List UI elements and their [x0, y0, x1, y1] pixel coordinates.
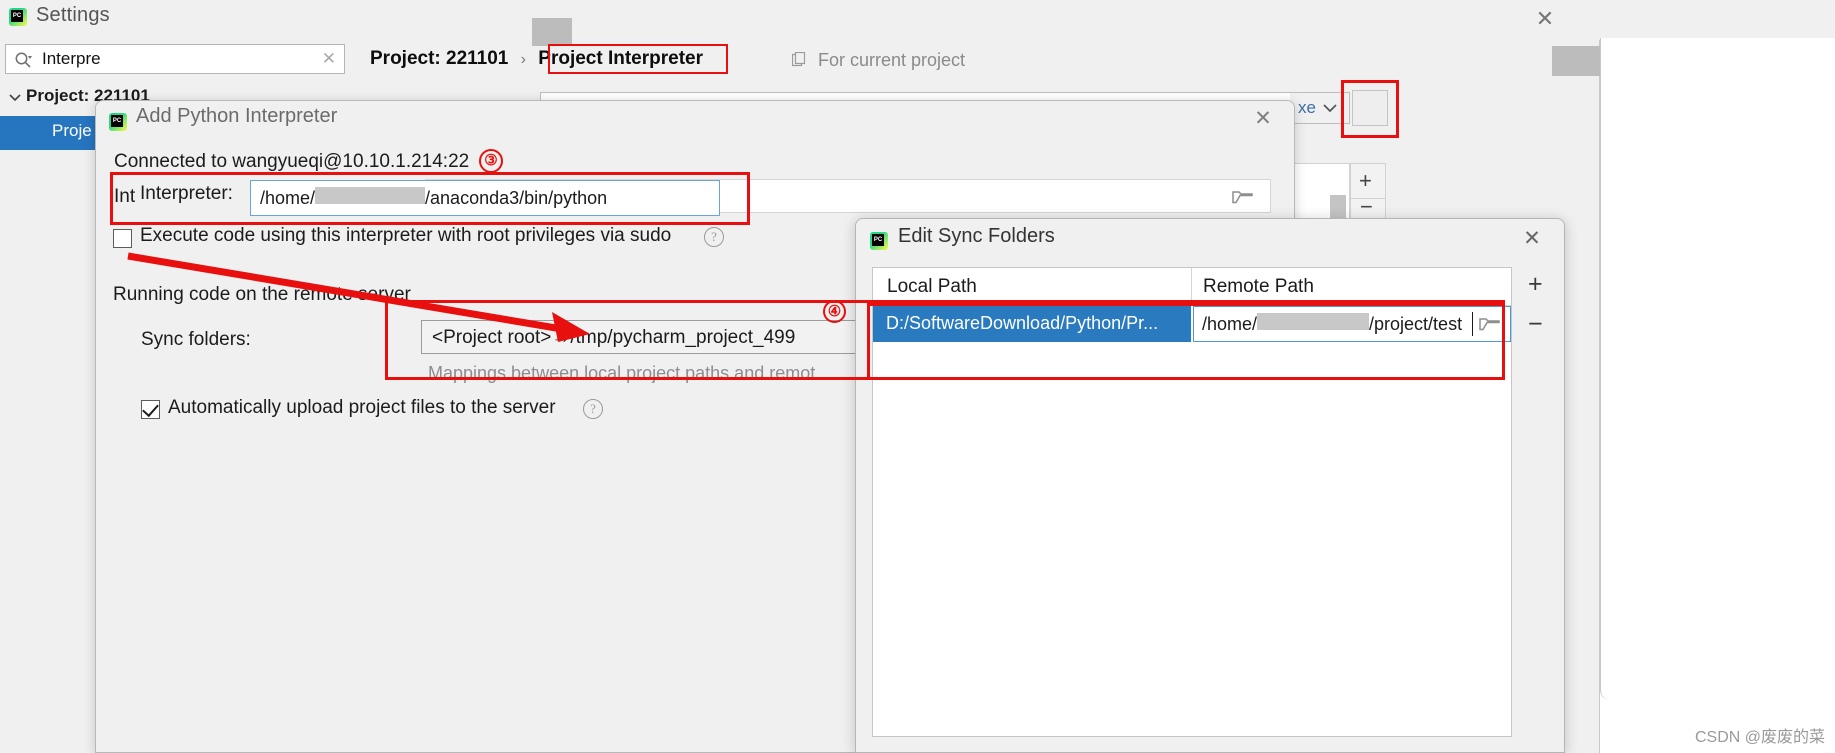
column-header-remote-path: Remote Path	[1203, 276, 1314, 297]
for-current-project-label: For current project	[818, 50, 966, 70]
tree-item-label: Proje	[52, 121, 92, 140]
pycharm-logo-icon	[870, 232, 888, 250]
breadcrumb-parent[interactable]: Project: 221101	[370, 48, 508, 69]
background-editor-panel	[1600, 38, 1835, 700]
minus-icon: −	[1360, 194, 1373, 219]
sudo-checkbox-label: Execute code using this interpreter with…	[140, 225, 672, 246]
running-section-label: Running code on the remote server	[113, 284, 411, 305]
close-icon[interactable]: ✕	[1518, 225, 1546, 253]
settings-titlebar: Settings ✕	[0, 0, 1600, 40]
annotation-box-sync-folder-row	[867, 303, 1505, 380]
auto-upload-checkbox[interactable]	[141, 400, 160, 419]
column-header-local-path: Local Path	[887, 276, 977, 297]
annotation-box-interpreter-field	[110, 172, 750, 225]
settings-window-title: Settings	[36, 4, 110, 26]
watermark: CSDN @废废的菜	[1694, 729, 1825, 746]
dialog-title: Edit Sync Folders	[898, 225, 1055, 247]
sync-folders-label: Sync folders:	[141, 329, 251, 350]
annotation-marker-3: ③	[479, 149, 503, 173]
plus-icon: +	[1359, 168, 1372, 193]
folder-icon[interactable]	[1232, 189, 1254, 205]
sudo-checkbox[interactable]	[113, 229, 132, 248]
breadcrumb-separator: ›	[520, 51, 526, 68]
close-icon[interactable]: ✕	[1249, 105, 1277, 133]
settings-search-box[interactable]: ✕	[5, 44, 345, 74]
chevron-down-icon[interactable]	[8, 90, 22, 104]
search-icon	[15, 52, 32, 68]
annotation-box-gear-button	[1341, 80, 1399, 138]
edit-sync-folders-dialog: Edit Sync Folders ✕ Local Path Remote Pa…	[855, 218, 1565, 753]
chevron-down-icon[interactable]	[1322, 103, 1338, 113]
search-input[interactable]	[40, 45, 310, 73]
dialog-title: Add Python Interpreter	[136, 105, 338, 127]
copy-icon	[792, 52, 806, 67]
pycharm-logo-icon	[9, 8, 27, 26]
help-icon[interactable]: ?	[704, 227, 724, 247]
remove-sync-folder-button[interactable]: −	[1528, 311, 1543, 337]
pycharm-logo-icon	[109, 113, 127, 131]
connection-status-text: Connected to wangyueqi@10.10.1.214:22	[114, 151, 470, 172]
background-panel-top	[1600, 0, 1835, 38]
auto-upload-checkbox-label: Automatically upload project files to th…	[168, 397, 556, 418]
help-icon[interactable]: ?	[583, 399, 603, 419]
close-icon[interactable]: ✕	[1530, 4, 1560, 34]
annotation-box-project-interpreter	[548, 44, 728, 74]
clear-search-icon[interactable]: ✕	[322, 49, 336, 69]
annotation-marker-4: ④	[823, 300, 846, 323]
interpreter-combo-text: xe	[1298, 98, 1316, 117]
add-sync-folder-button[interactable]: +	[1528, 271, 1543, 297]
redaction-block-top	[532, 18, 572, 46]
